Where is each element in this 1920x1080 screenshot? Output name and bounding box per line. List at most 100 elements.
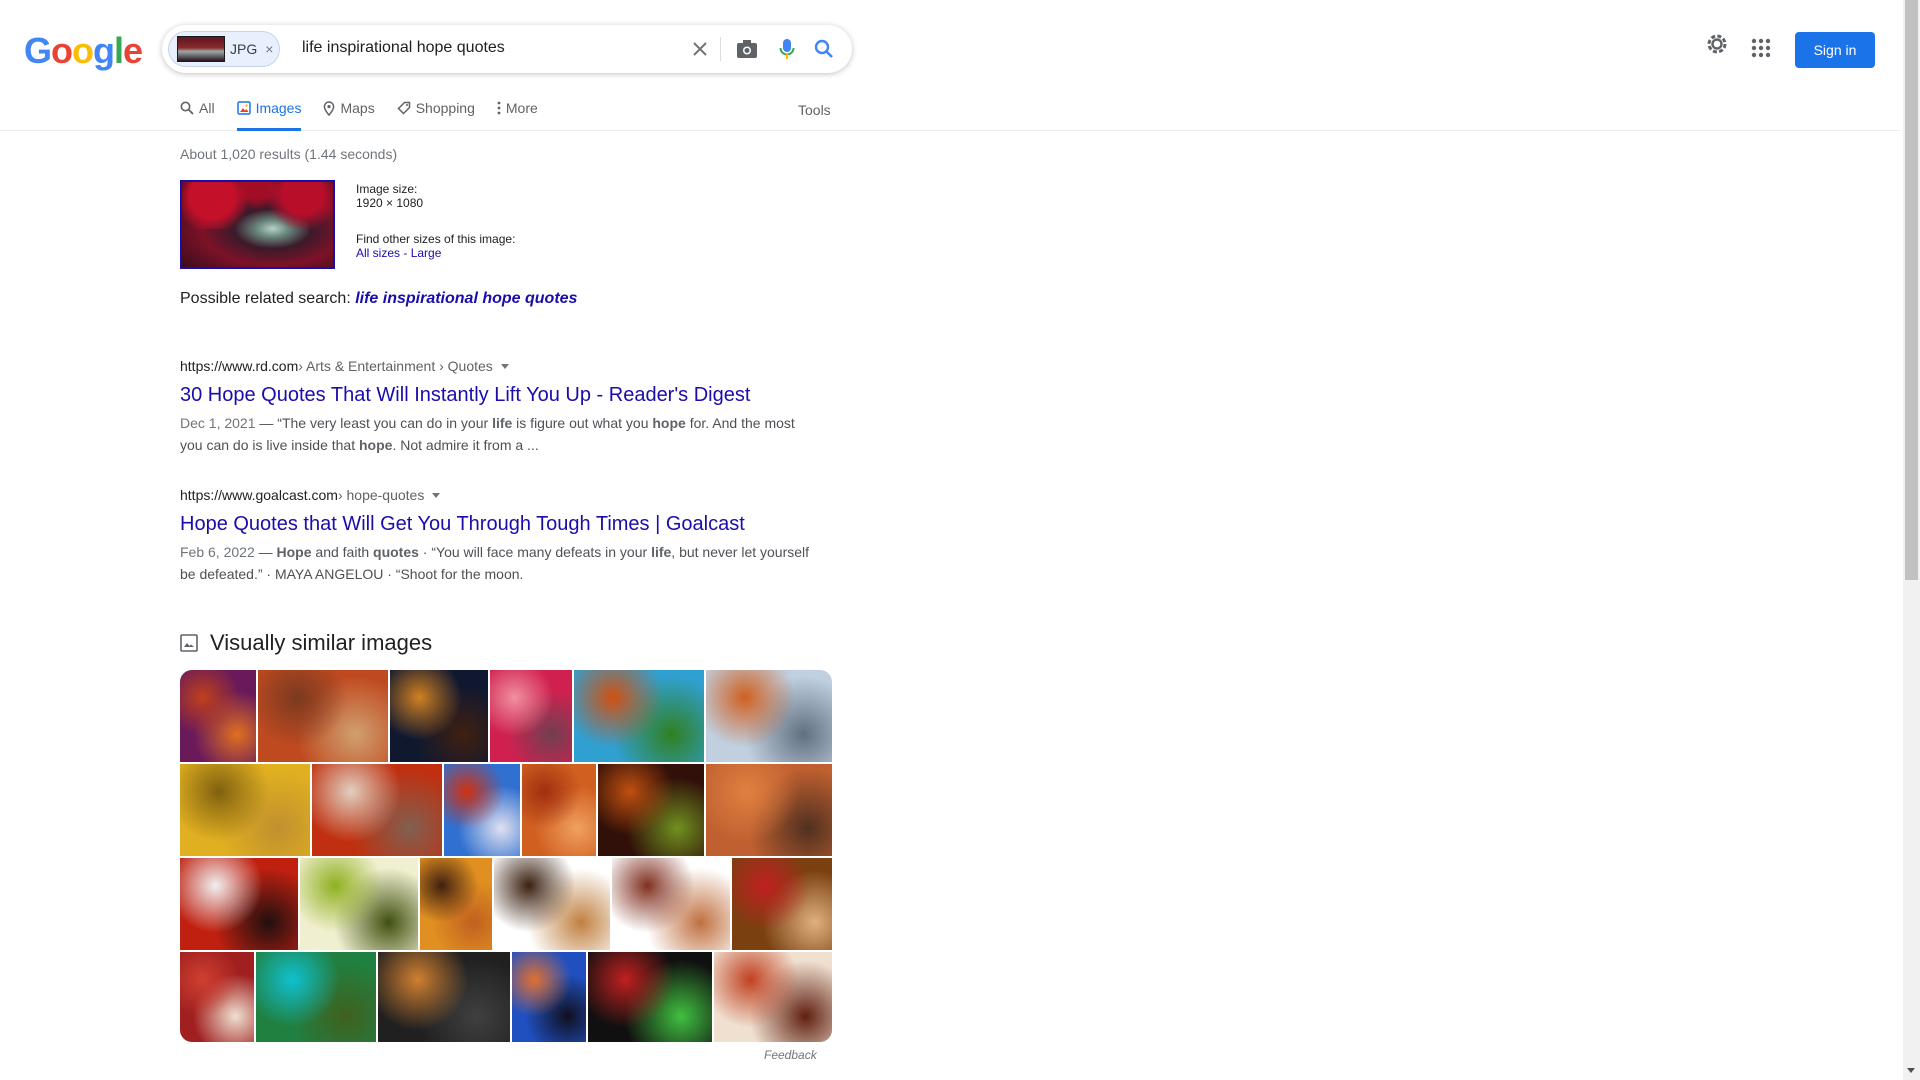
- result-url[interactable]: https://www.rd.com › Arts & Entertainmen…: [180, 358, 820, 374]
- more-vert-icon: [497, 101, 501, 115]
- image-outline-icon: [180, 634, 198, 652]
- similar-image-thumbnail[interactable]: [378, 952, 510, 1042]
- snippet-bold: life: [492, 415, 513, 431]
- similar-image-thumbnail[interactable]: [256, 952, 376, 1042]
- similar-image-thumbnail[interactable]: [390, 670, 488, 762]
- similar-image-thumbnail[interactable]: [598, 764, 704, 856]
- snippet-bold: life: [651, 544, 672, 560]
- map-pin-icon: [324, 101, 335, 116]
- image-search-chip[interactable]: JPG ×: [168, 31, 280, 67]
- snippet-text: is figure out what you: [512, 415, 653, 431]
- tab-all[interactable]: All: [180, 100, 215, 131]
- search-tabs: All Images Maps Shopping More: [180, 100, 560, 131]
- tab-label: More: [505, 100, 538, 116]
- logo-letter: l: [114, 30, 124, 71]
- divider: [720, 37, 721, 61]
- query-image-thumbnail: [177, 36, 225, 62]
- snippet-text: · “You will face many defeats in your: [418, 544, 652, 560]
- result-breadcrumb: › hope-quotes: [337, 487, 425, 503]
- image-size-value: 1920 × 1080: [356, 196, 424, 210]
- similar-image-thumbnail[interactable]: [714, 952, 832, 1042]
- similar-image-thumbnail[interactable]: [180, 670, 256, 762]
- similar-image-thumbnail[interactable]: [444, 764, 520, 856]
- result-snippet-text: — Hope and faith quotes · “You will face…: [180, 544, 809, 582]
- tab-maps[interactable]: Maps: [323, 100, 375, 131]
- caret-down-icon[interactable]: [432, 492, 441, 498]
- logo-letter: g: [93, 30, 115, 71]
- tab-images[interactable]: Images: [236, 100, 302, 131]
- image-size-label: Image size:: [356, 182, 418, 196]
- search-icon[interactable]: [812, 37, 836, 61]
- tag-icon: [397, 101, 410, 115]
- similar-image-thumbnail[interactable]: [706, 764, 832, 856]
- feedback-link[interactable]: Feedback: [764, 1048, 817, 1062]
- snippet-text: and faith: [311, 544, 374, 560]
- scroll-down-arrow-icon[interactable]: [1907, 1068, 1915, 1073]
- clear-icon[interactable]: [688, 37, 712, 61]
- query-image[interactable]: [180, 180, 335, 269]
- similar-image-thumbnail[interactable]: [706, 670, 832, 762]
- tab-label: Shopping: [415, 100, 475, 116]
- similar-image-thumbnail[interactable]: [180, 952, 254, 1042]
- similar-image-thumbnail[interactable]: [312, 764, 442, 856]
- scrollbar-thumb[interactable]: [1905, 0, 1918, 580]
- similar-image-thumbnail[interactable]: [588, 952, 712, 1042]
- result-snippet: Dec 1, 2021 — “The very least you can do…: [180, 412, 820, 456]
- visually-similar-title: Visually similar images: [210, 630, 433, 655]
- visually-similar-grid: [180, 670, 832, 1042]
- similar-image-thumbnail[interactable]: [300, 858, 418, 950]
- caret-down-icon[interactable]: [500, 363, 509, 369]
- result-snippet-text: — “The very least you can do in your lif…: [180, 415, 795, 453]
- result-title-link[interactable]: 30 Hope Quotes That Will Instantly Lift …: [180, 382, 820, 408]
- search-input[interactable]: life inspirational hope quotes: [302, 39, 505, 57]
- image-icon: [236, 101, 251, 115]
- similar-image-thumbnail[interactable]: [420, 858, 492, 950]
- similar-image-thumbnail[interactable]: [180, 764, 310, 856]
- snippet-bold: hope: [359, 437, 393, 453]
- microphone-icon[interactable]: [775, 37, 799, 61]
- result-title-link[interactable]: Hope Quotes that Will Get You Through To…: [180, 511, 820, 537]
- similar-image-thumbnail[interactable]: [490, 670, 572, 762]
- all-sizes-link[interactable]: All sizes: [356, 246, 400, 260]
- similar-image-thumbnail[interactable]: [612, 858, 730, 950]
- chip-close-icon[interactable]: ×: [265, 41, 273, 57]
- page-scrollbar[interactable]: [1903, 0, 1920, 1080]
- result-site: https://www.goalcast.com: [180, 487, 338, 503]
- other-sizes-label: Find other sizes of this image:: [356, 232, 516, 246]
- snippet-bold: Hope: [276, 544, 312, 560]
- logo-letter: o: [51, 30, 73, 71]
- snippet-text: . Not admire it from a ...: [392, 437, 539, 453]
- logo-letter: G: [24, 30, 52, 71]
- tab-label: Images: [255, 100, 302, 116]
- apps-grid-icon[interactable]: [1751, 38, 1771, 63]
- tools-button[interactable]: Tools: [798, 102, 831, 118]
- google-logo[interactable]: Google: [24, 30, 143, 72]
- image-info: Image size: 1920 × 1080 Find other sizes…: [356, 182, 515, 260]
- result-url[interactable]: https://www.goalcast.com › hope-quotes: [180, 487, 820, 503]
- result-breadcrumb: › Arts & Entertainment › Quotes: [298, 358, 493, 374]
- search-result: https://www.goalcast.com › hope-quotes H…: [180, 487, 820, 585]
- camera-icon[interactable]: [735, 37, 759, 61]
- sign-in-button[interactable]: Sign in: [1795, 32, 1875, 68]
- similar-image-thumbnail[interactable]: [180, 858, 298, 950]
- logo-letter: e: [123, 30, 143, 71]
- result-site: https://www.rd.com: [180, 358, 299, 374]
- similar-image-thumbnail[interactable]: [522, 764, 596, 856]
- similar-image-thumbnail[interactable]: [732, 858, 832, 950]
- snippet-text: —: [254, 544, 277, 560]
- similar-image-thumbnail[interactable]: [494, 858, 610, 950]
- large-size-link[interactable]: Large: [411, 246, 442, 260]
- similar-image-thumbnail[interactable]: [512, 952, 586, 1042]
- visually-similar-heading: Visually similar images: [180, 630, 432, 656]
- tab-more[interactable]: More: [497, 100, 538, 131]
- snippet-text: — “The very least you can do in your: [255, 415, 493, 431]
- similar-image-thumbnail[interactable]: [258, 670, 388, 762]
- header: Google JPG × life inspirational hope quo…: [0, 0, 1900, 131]
- tab-shopping[interactable]: Shopping: [397, 100, 475, 131]
- related-search-link[interactable]: life inspirational hope quotes: [355, 290, 577, 307]
- tab-label: All: [199, 100, 215, 116]
- size-separator: -: [400, 246, 411, 260]
- settings-gear-icon[interactable]: [1705, 32, 1729, 61]
- search-box[interactable]: JPG × life inspirational hope quotes: [162, 25, 852, 73]
- similar-image-thumbnail[interactable]: [574, 670, 704, 762]
